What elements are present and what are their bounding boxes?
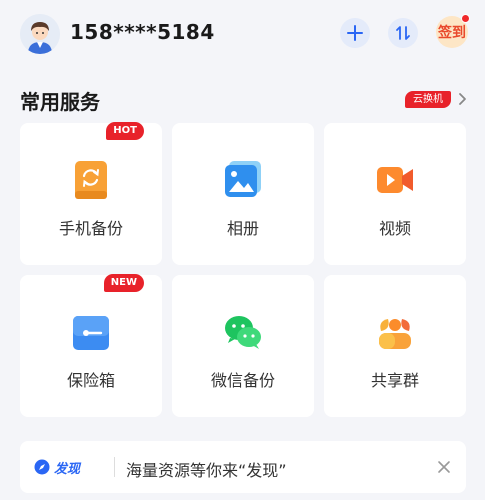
header: 158****5184 签到 <box>0 0 485 66</box>
chevron-right-icon[interactable] <box>456 90 470 108</box>
service-label: 视频 <box>378 219 411 238</box>
service-label: 手机备份 <box>58 219 123 238</box>
discover-logo-text: 发现 <box>54 461 81 477</box>
signin-button[interactable]: 签到 <box>436 14 470 48</box>
service-wechat-backup[interactable]: 微信备份 <box>172 275 314 417</box>
service-video[interactable]: 视频 <box>324 123 466 265</box>
wechat-backup-icon <box>225 316 261 349</box>
section-title: 常用服务 <box>20 90 100 114</box>
transfer-arrows-icon <box>396 26 410 40</box>
cloud-switch-tag[interactable]: 云换机 <box>405 91 451 108</box>
discover-message: 海量资源等你来“发现” <box>126 461 287 480</box>
service-label: 保险箱 <box>66 371 115 390</box>
phone-number: 158****5184 <box>70 20 215 44</box>
avatar[interactable] <box>20 14 60 54</box>
new-badge: NEW <box>103 274 144 292</box>
safe-box-icon <box>73 316 109 350</box>
album-icon <box>225 161 261 197</box>
discover-bar[interactable]: 发现 海量资源等你来“发现” <box>20 441 466 493</box>
service-phone-backup[interactable]: HOT 手机备份 <box>20 122 162 265</box>
user-avatar-icon <box>20 14 60 54</box>
phone-backup-icon <box>75 161 107 199</box>
hot-badge: HOT <box>106 122 144 140</box>
signin-label: 签到 <box>438 25 466 41</box>
compass-icon <box>34 459 50 475</box>
video-icon <box>377 167 413 193</box>
add-button[interactable] <box>340 18 370 48</box>
service-album[interactable]: 相册 <box>172 123 314 265</box>
service-label: 相册 <box>226 219 259 238</box>
service-safe-box[interactable]: NEW 保险箱 <box>20 274 162 417</box>
divider <box>114 457 115 477</box>
transfer-button[interactable] <box>388 18 418 48</box>
service-label: 微信备份 <box>210 371 275 390</box>
service-share-group[interactable]: 共享群 <box>324 275 466 417</box>
notification-dot <box>461 14 470 23</box>
service-label: 共享群 <box>370 371 419 390</box>
close-icon[interactable] <box>436 459 452 475</box>
plus-icon <box>347 25 363 41</box>
discover-logo: 发现 <box>34 458 81 477</box>
share-group-icon <box>379 319 411 349</box>
